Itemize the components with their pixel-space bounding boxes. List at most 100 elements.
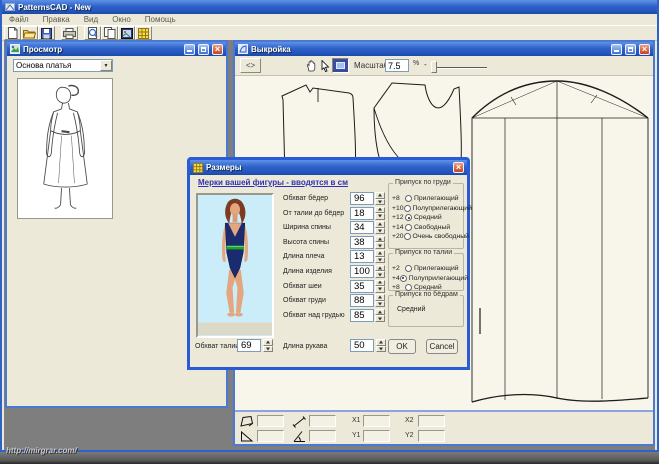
maximize-button[interactable] <box>625 43 636 55</box>
pattern-base-dropdown[interactable]: Основа платья ▼ <box>13 59 113 72</box>
radio-button[interactable] <box>405 265 412 273</box>
image-button[interactable] <box>118 26 135 40</box>
fit-view-button[interactable]: <> <box>240 58 261 73</box>
waist-allowance-group: Припуск по талии +2 Прилегающий +4 Полуприл… <box>388 249 468 292</box>
waist-input[interactable] <box>237 339 261 352</box>
radio-button[interactable] <box>399 274 407 282</box>
print-preview-button[interactable] <box>84 26 101 40</box>
spinner[interactable] <box>375 221 385 235</box>
print-button[interactable] <box>61 26 78 40</box>
new-file-button[interactable] <box>4 26 21 40</box>
spinner[interactable] <box>375 250 385 264</box>
dialog-header-link[interactable]: Мерки вашей фигуры - вводятся в см <box>198 178 348 187</box>
select-cursor-icon[interactable] <box>319 59 332 73</box>
shape-field-1[interactable] <box>257 415 284 427</box>
radio-label: Полуприлегающий <box>412 204 472 212</box>
spinner[interactable] <box>375 206 385 220</box>
open-file-button[interactable] <box>21 26 38 40</box>
y1-input[interactable] <box>363 430 390 442</box>
sizes-dialog-body: Мерки вашей фигуры - вводятся в см Обхва… <box>190 175 472 367</box>
copy-button[interactable] <box>101 26 118 40</box>
shape-quad-icon <box>239 415 255 428</box>
cancel-button[interactable]: Cancel <box>426 339 458 354</box>
scale-input[interactable] <box>385 59 409 72</box>
pattern-window-icon <box>238 44 248 54</box>
chevron-down-icon[interactable]: ▼ <box>100 60 112 71</box>
measurement-input[interactable] <box>350 264 374 278</box>
radio-option[interactable]: +4 Полуприлегающий <box>392 274 468 284</box>
save-button[interactable] <box>38 26 55 40</box>
menu-view[interactable]: Вид <box>77 15 105 24</box>
image-icon <box>120 27 133 39</box>
close-button[interactable]: × <box>212 43 223 55</box>
measurement-label: Длина изделия <box>283 267 332 275</box>
spinner[interactable] <box>375 264 385 278</box>
radio-option[interactable]: +14 Свободный <box>392 223 463 233</box>
minimize-button[interactable] <box>184 43 195 55</box>
spinner[interactable] <box>375 308 385 322</box>
grid-button[interactable] <box>135 26 152 40</box>
radio-option[interactable]: +20 Очень свободный <box>392 232 469 242</box>
scale-slider-track[interactable] <box>432 67 487 69</box>
spinner[interactable] <box>375 192 385 205</box>
zoom-window-icon <box>336 62 345 69</box>
spinner[interactable] <box>375 235 385 249</box>
sleeve-spinner[interactable] <box>376 339 386 352</box>
measurement-input[interactable] <box>350 279 374 293</box>
close-button[interactable]: × <box>453 162 464 173</box>
radio-button[interactable] <box>405 223 412 231</box>
maximize-button[interactable] <box>198 43 209 55</box>
scale-slider-handle[interactable] <box>431 61 437 73</box>
waist-spinner[interactable] <box>263 339 273 352</box>
radio-button[interactable] <box>405 195 412 203</box>
measurement-row: Обхват шеи <box>283 279 389 293</box>
shape-field-4[interactable] <box>309 430 336 442</box>
measurement-row: Обхват груди <box>283 294 389 308</box>
sleeve-input[interactable] <box>350 339 374 352</box>
radio-option[interactable]: +8 Прилегающий <box>392 194 463 204</box>
figure-image <box>196 193 274 338</box>
measurement-input[interactable] <box>350 294 374 308</box>
spinner[interactable] <box>375 279 385 293</box>
y2-input[interactable] <box>418 430 445 442</box>
measurement-row: Высота спины <box>283 235 389 249</box>
minimize-button[interactable] <box>611 43 622 55</box>
pan-hand-icon[interactable] <box>305 59 318 73</box>
group-title: Припуск по груди <box>393 179 453 186</box>
measurement-input[interactable] <box>350 250 374 264</box>
measurement-input[interactable] <box>350 206 374 220</box>
radio-prefix: +20 <box>392 233 404 241</box>
radio-label: Полуприлегающий <box>408 274 469 282</box>
main-titlebar: PatternsCAD - New <box>2 0 657 14</box>
zoom-window-button[interactable] <box>332 58 349 73</box>
measurement-input[interactable] <box>350 192 374 205</box>
measurement-label: Обхват бёдер <box>283 195 329 202</box>
chest-allowance-group: Припуск по груди +8 Прилегающий +10 Полупри… <box>388 179 472 249</box>
radio-option[interactable]: +10 Полуприлегающий <box>392 204 472 214</box>
pattern-toolbar: <> Масштаб % - <box>235 56 653 76</box>
radio-option[interactable]: +12 Средний <box>392 213 463 223</box>
menu-file[interactable]: Файл <box>2 15 36 24</box>
measurement-input[interactable] <box>350 221 374 235</box>
radio-prefix: +14 <box>392 223 404 231</box>
menu-help[interactable]: Помощь <box>138 15 183 24</box>
ok-button[interactable]: OK <box>388 339 416 354</box>
spinner[interactable] <box>375 294 385 308</box>
x2-input[interactable] <box>418 415 445 427</box>
radio-button[interactable] <box>405 214 412 222</box>
desktop: PatternsCAD - New Файл Правка Вид Окно П… <box>0 0 659 464</box>
menu-window[interactable]: Окно <box>105 15 138 24</box>
menu-edit[interactable]: Правка <box>36 15 77 24</box>
close-button[interactable]: × <box>639 43 650 55</box>
measurement-input[interactable] <box>350 308 374 322</box>
coordinates-panel: X1 Y1 X2 Y2 <box>235 410 653 444</box>
radio-option[interactable]: +2 Прилегающий <box>392 264 463 274</box>
shape-field-2[interactable] <box>309 415 336 427</box>
radio-button[interactable] <box>403 233 411 241</box>
sizes-dialog-icon <box>193 162 203 173</box>
shape-field-3[interactable] <box>257 430 284 442</box>
x1-input[interactable] <box>363 415 390 427</box>
radio-button[interactable] <box>403 204 411 212</box>
measurement-input[interactable] <box>350 235 374 249</box>
radio-label: Прилегающий <box>414 195 459 203</box>
